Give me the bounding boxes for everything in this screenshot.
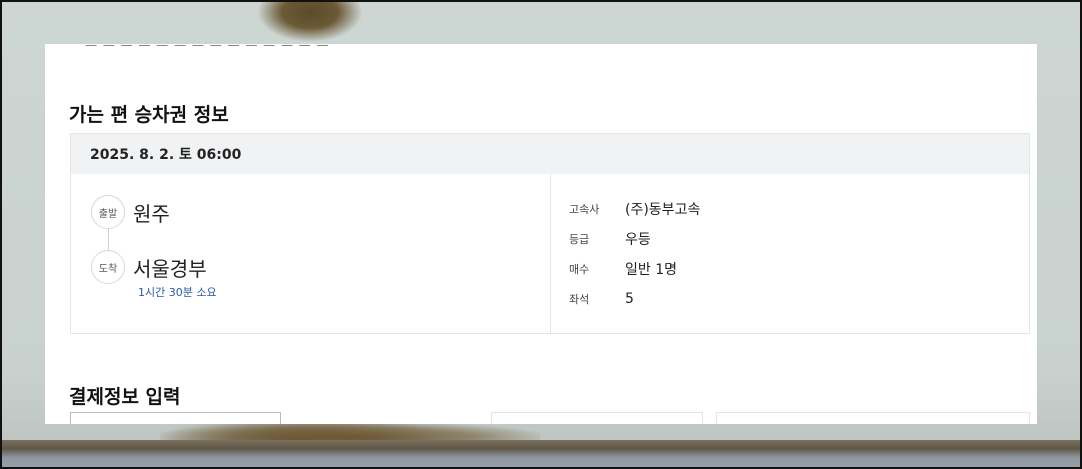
- payment-option-1[interactable]: [70, 412, 281, 424]
- detail-value: 5: [625, 291, 634, 307]
- clipped-text-line: — — — — — — — — — — — — — —: [85, 44, 330, 52]
- ticket-details: 고속사 (주)동부고속 등급 우등 매수 일반 1명 좌석 5: [569, 194, 700, 314]
- arrival-badge: 도착: [91, 250, 125, 284]
- ticket-body: 출발 원주 도착 서울경부 1시간 30분 소요 고속사 (주)동부고속 등급 …: [71, 174, 1029, 334]
- route-info: 출발 원주 도착 서울경부 1시간 30분 소요: [71, 174, 551, 334]
- detail-value: 우등: [625, 232, 651, 248]
- detail-row-company: 고속사 (주)동부고속: [569, 194, 700, 224]
- reservation-panel: — — — — — — — — — — — — — — 가는 편 승차권 정보 …: [45, 44, 1037, 424]
- outbound-ticket-card: 2025. 8. 2. 토 06:00 출발 원주 도착 서울경부 1시간 30…: [70, 133, 1030, 334]
- arrival-terminal: 서울경부: [133, 256, 207, 281]
- payment-option-3[interactable]: [716, 412, 1030, 424]
- detail-row-count: 매수 일반 1명: [569, 254, 700, 284]
- background-ground: [0, 440, 1082, 469]
- departure-stop: 출발 원주: [91, 195, 170, 229]
- payment-info-title: 결제정보 입력: [69, 386, 181, 408]
- payment-option-2[interactable]: [491, 412, 703, 424]
- departure-terminal: 원주: [133, 201, 170, 226]
- departure-badge: 출발: [91, 195, 125, 229]
- detail-row-seat: 좌석 5: [569, 284, 700, 314]
- arrival-stop: 도착 서울경부: [91, 250, 207, 284]
- ticket-date-time: 2025. 8. 2. 토 06:00: [71, 134, 1029, 174]
- detail-key: 고속사: [569, 203, 600, 216]
- detail-key: 등급: [569, 233, 590, 246]
- outbound-ticket-title: 가는 편 승차권 정보: [69, 104, 229, 126]
- detail-key: 좌석: [569, 293, 590, 306]
- route-connector-line: [108, 229, 109, 251]
- travel-duration: 1시간 30분 소요: [138, 286, 217, 299]
- detail-value: 일반 1명: [625, 262, 677, 278]
- detail-row-grade: 등급 우등: [569, 224, 700, 254]
- detail-value: (주)동부고속: [625, 202, 701, 218]
- detail-key: 매수: [569, 263, 590, 276]
